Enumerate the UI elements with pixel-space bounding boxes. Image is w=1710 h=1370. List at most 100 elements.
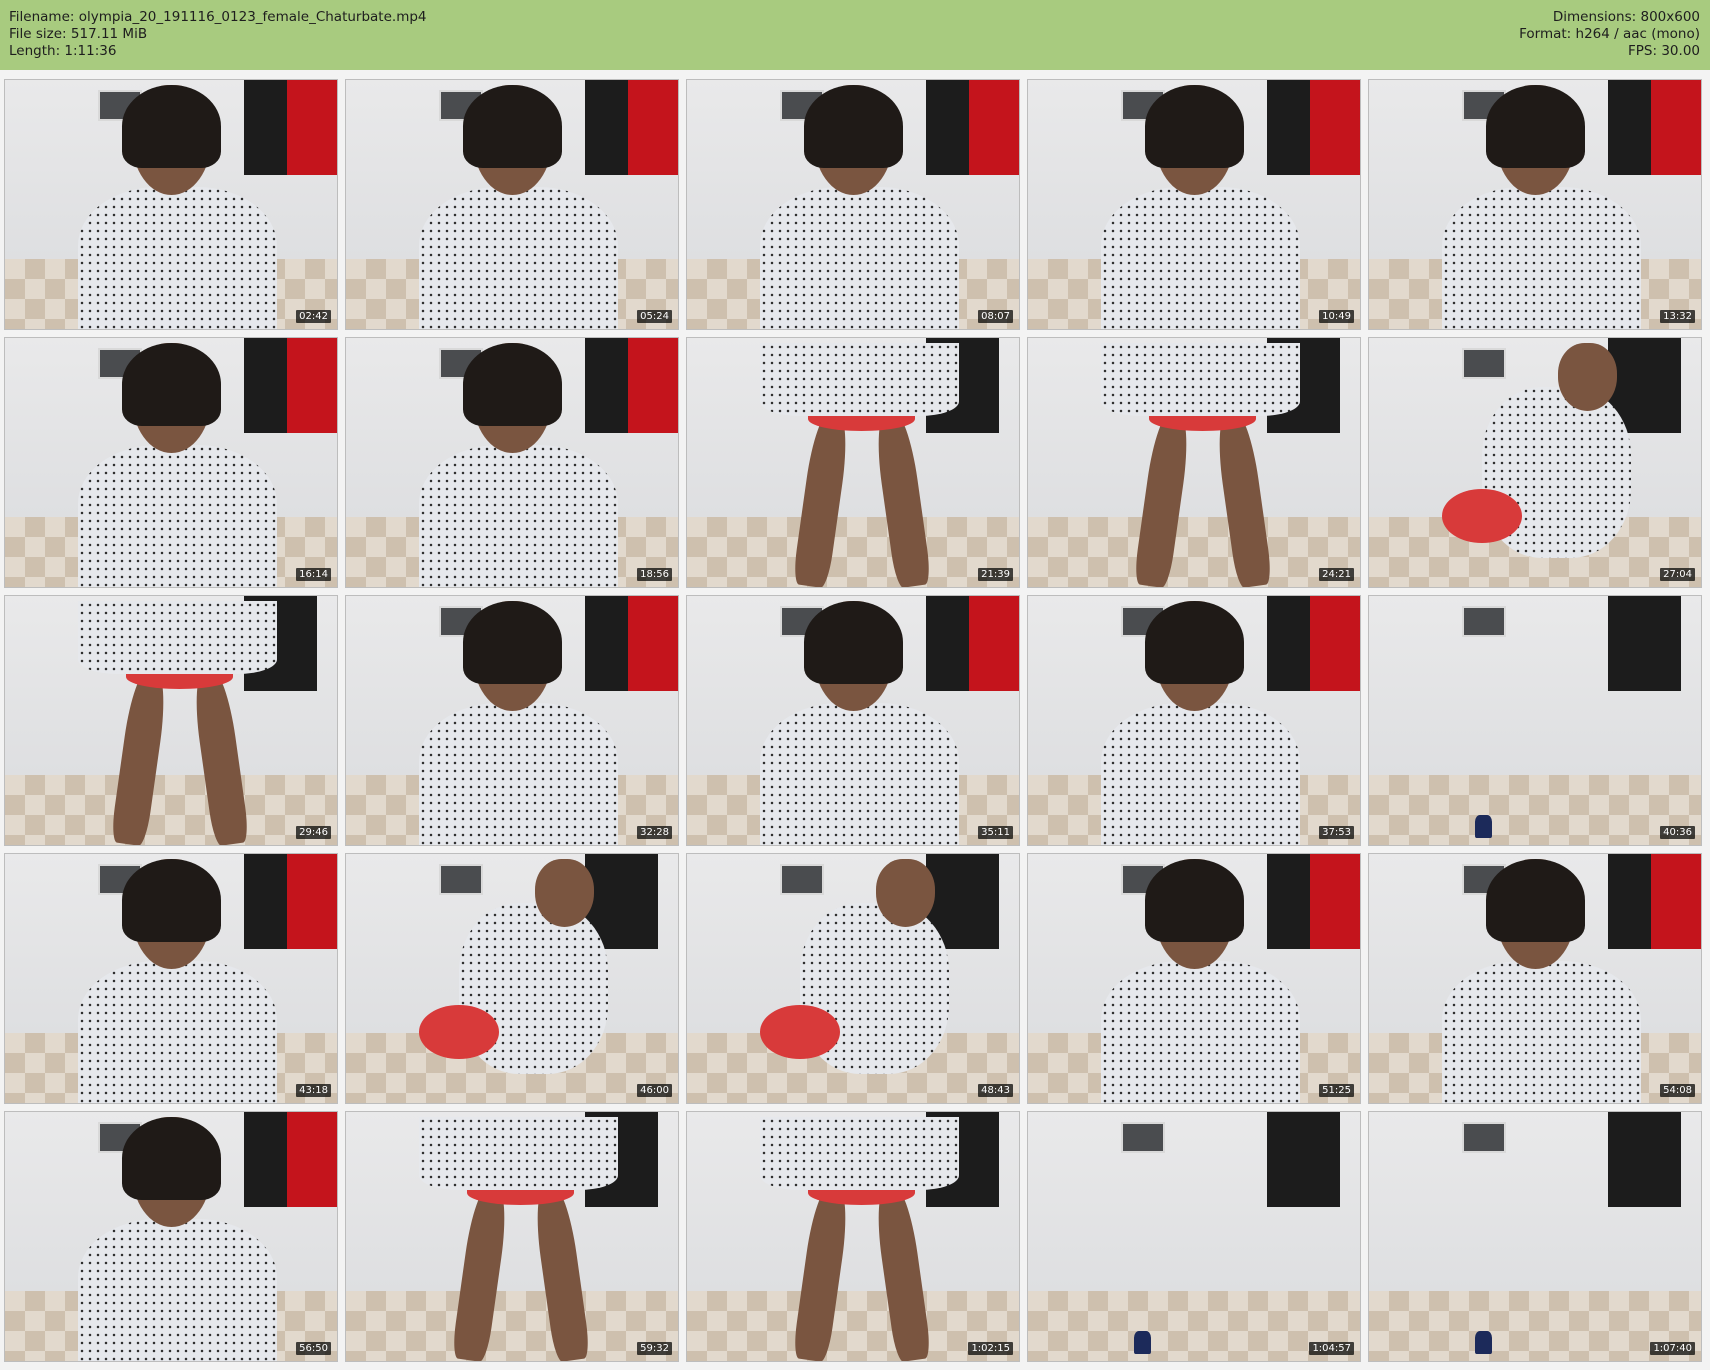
wall-panel [1608, 1112, 1682, 1207]
person [1442, 342, 1641, 587]
shirt [419, 703, 619, 845]
red-panel [628, 596, 678, 691]
thumbnail[interactable]: 1:07:40 [1368, 1111, 1702, 1362]
thumbnail[interactable]: 05:24 [345, 79, 679, 330]
info-header: Filename: olympia_20_191116_0123_female_… [0, 0, 1710, 70]
shirt [419, 1116, 619, 1191]
red-panel [1310, 854, 1360, 949]
leg [871, 409, 932, 587]
garment [1442, 489, 1522, 544]
timestamp-label: 40:36 [1660, 826, 1695, 839]
length-label: Length: 1:11:36 [9, 43, 117, 59]
thumbnail[interactable]: 24:21 [1027, 337, 1361, 588]
person [78, 1116, 278, 1361]
thumbnail[interactable]: 43:18 [4, 853, 338, 1104]
thumbnail[interactable]: 16:14 [4, 337, 338, 588]
thumbnail[interactable]: 35:11 [686, 595, 1020, 846]
hair [803, 84, 904, 168]
red-panel [287, 1112, 337, 1207]
hair [462, 600, 563, 684]
person [1101, 858, 1301, 1103]
hair [121, 1116, 222, 1200]
thumbnail[interactable]: 40:36 [1368, 595, 1702, 846]
filesize-label: File size: 517.11 MiB [9, 26, 148, 42]
head [1557, 342, 1618, 412]
person [78, 342, 278, 587]
leg [530, 1183, 591, 1361]
thumbnail[interactable]: 48:43 [686, 853, 1020, 1104]
timestamp-label: 56:50 [296, 1342, 331, 1355]
wall-picture [1120, 1121, 1165, 1154]
thumbnail[interactable]: 56:50 [4, 1111, 338, 1362]
shirt [1101, 342, 1301, 417]
thumbnail[interactable]: 02:42 [4, 79, 338, 330]
leg [791, 409, 852, 587]
thumbnail[interactable]: 46:00 [345, 853, 679, 1104]
person [760, 1116, 960, 1361]
person [78, 600, 278, 845]
thumbnail[interactable]: 1:04:57 [1027, 1111, 1361, 1362]
shirt [760, 342, 960, 417]
shirt [78, 961, 278, 1103]
person [1101, 342, 1301, 587]
hair [1485, 84, 1586, 168]
red-panel [628, 80, 678, 175]
thumbnail[interactable]: 13:32 [1368, 79, 1702, 330]
leg [1212, 409, 1273, 587]
person [419, 858, 618, 1103]
bottle [1475, 1331, 1492, 1354]
timestamp-label: 05:24 [637, 310, 672, 323]
hair [121, 84, 222, 168]
dimensions-label: Dimensions: 800x600 [1552, 9, 1700, 25]
hair [803, 600, 904, 684]
timestamp-label: 21:39 [978, 568, 1013, 581]
thumbnail[interactable]: 08:07 [686, 79, 1020, 330]
wall-picture [1461, 605, 1506, 638]
shirt [78, 1219, 278, 1361]
shirt [1442, 961, 1642, 1103]
thumbnail[interactable]: 37:53 [1027, 595, 1361, 846]
thumbnail[interactable]: 32:28 [345, 595, 679, 846]
red-panel [1310, 596, 1360, 691]
red-panel [1651, 854, 1701, 949]
shirt [419, 445, 619, 587]
thumbnail[interactable]: 27:04 [1368, 337, 1702, 588]
shirt [760, 187, 960, 329]
person [419, 1116, 619, 1361]
thumbnail[interactable]: 21:39 [686, 337, 1020, 588]
thumbnail[interactable]: 1:02:15 [686, 1111, 1020, 1362]
tiled-floor [1369, 775, 1701, 845]
hair [121, 342, 222, 426]
wall-picture [1461, 1121, 1506, 1154]
timestamp-label: 1:04:57 [1309, 1342, 1354, 1355]
shirt [1101, 187, 1301, 329]
hair [1144, 858, 1245, 942]
person [419, 342, 619, 587]
fps-label: FPS: 30.00 [1628, 43, 1700, 59]
filename-label: Filename: olympia_20_191116_0123_female_… [9, 9, 427, 25]
timestamp-label: 18:56 [637, 568, 672, 581]
thumbnail[interactable]: 29:46 [4, 595, 338, 846]
person [78, 858, 278, 1103]
hair [1485, 858, 1586, 942]
thumbnail[interactable]: 18:56 [345, 337, 679, 588]
thumbnail[interactable]: 51:25 [1027, 853, 1361, 1104]
leg [189, 667, 250, 845]
timestamp-label: 1:02:15 [968, 1342, 1013, 1355]
person [1101, 600, 1301, 845]
thumbnail[interactable]: 59:32 [345, 1111, 679, 1362]
timestamp-label: 48:43 [978, 1084, 1013, 1097]
timestamp-label: 51:25 [1319, 1084, 1354, 1097]
timestamp-label: 1:07:40 [1650, 1342, 1695, 1355]
red-panel [1310, 80, 1360, 175]
leg [1132, 409, 1193, 587]
person [1442, 858, 1642, 1103]
format-label: Format: h264 / aac (mono) [1519, 26, 1700, 42]
thumbnail[interactable]: 10:49 [1027, 79, 1361, 330]
red-panel [287, 854, 337, 949]
shirt [1101, 703, 1301, 845]
thumbnail[interactable]: 54:08 [1368, 853, 1702, 1104]
red-panel [969, 80, 1019, 175]
timestamp-label: 29:46 [296, 826, 331, 839]
timestamp-label: 54:08 [1660, 1084, 1695, 1097]
